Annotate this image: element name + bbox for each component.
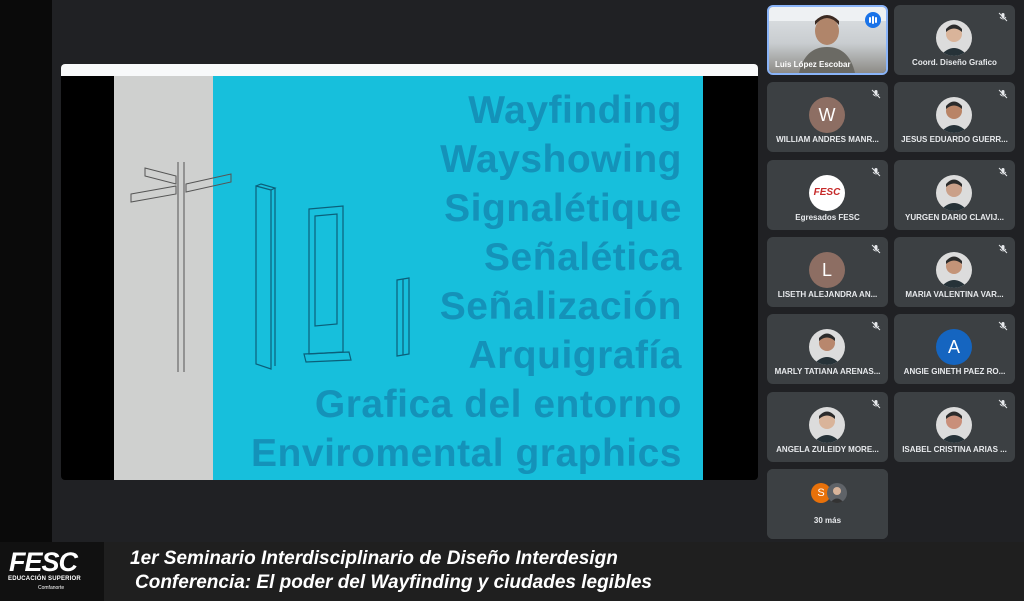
participant-name: WILLIAM ANDRES MANR... <box>776 135 879 145</box>
participant-name: Luis López Escobar <box>775 60 851 69</box>
participant-tile[interactable]: L LISETH ALEJANDRA AN... <box>767 236 888 307</box>
avatar: A <box>936 329 972 366</box>
left-sidebar <box>0 0 52 542</box>
participant-tile[interactable]: YURGEN DARIO CLAVIJ... <box>894 159 1015 230</box>
mic-off-icon <box>871 399 881 408</box>
avatar <box>936 406 972 443</box>
banner-subtitle: Conferencia: El poder del Wayfinding y c… <box>135 572 652 593</box>
participant-tile[interactable]: MARLY TATIANA ARENAS... <box>767 314 888 385</box>
slide-word: Grafica del entorno <box>314 383 682 426</box>
slide-word-list: Wayfinding Wayshowing Signalétique Señal… <box>251 86 682 478</box>
participant-name: MARIA VALENTINA VAR... <box>905 289 1004 299</box>
slide-word: Señalización <box>439 285 682 328</box>
banner-title: 1er Seminario Interdisciplinario de Dise… <box>130 548 618 569</box>
slide-word: Arquigrafía <box>468 334 682 377</box>
person-photo <box>830 487 844 503</box>
participant-tile[interactable]: FESC Egresados FESC <box>767 159 888 230</box>
person-photo <box>940 101 968 134</box>
mic-off-icon <box>998 167 1008 176</box>
participant-tile-self[interactable]: Luis López Escobar <box>767 5 888 75</box>
participant-name: Egresados FESC <box>795 212 860 222</box>
participant-name: MARLY TATIANA ARENAS... <box>774 367 881 377</box>
participant-tile[interactable]: MARIA VALENTINA VAR... <box>894 236 1015 307</box>
person-photo <box>940 411 968 443</box>
mic-off-icon <box>998 89 1008 99</box>
mic-off-icon <box>998 244 1008 254</box>
avatar: L <box>809 251 845 288</box>
slide-word: Señalética <box>484 236 682 279</box>
avatar <box>936 251 972 288</box>
mic-off-icon <box>871 244 881 254</box>
more-participants-tile[interactable]: S 30 más <box>767 469 888 539</box>
avatar: W <box>809 97 845 134</box>
avatar <box>827 483 847 503</box>
participant-name: ANGELA ZULEIDY MORE... <box>776 444 879 454</box>
speaking-indicator-icon <box>865 12 881 28</box>
avatar <box>936 20 972 56</box>
bottom-banner: FESC EDUCACIÓN SUPERIOR Comfanorte 1er S… <box>0 542 1024 601</box>
fesc-logo-avatar: FESC <box>809 174 845 211</box>
slide-word: Signalétique <box>444 187 682 230</box>
participant-name: LISETH ALEJANDRA AN... <box>777 289 878 299</box>
slide-word: Wayfinding <box>468 89 682 132</box>
avatar <box>936 97 972 134</box>
participant-name: JESUS EDUARDO GUERR... <box>901 135 1008 145</box>
logo-text: FESC <box>9 547 78 577</box>
slide-word: Wayshowing <box>440 138 682 181</box>
participant-tile[interactable]: ISABEL CRISTINA ARIAS ... <box>894 391 1015 462</box>
participant-name: YURGEN DARIO CLAVIJ... <box>905 212 1004 222</box>
person-photo <box>940 179 968 211</box>
presentation-slide[interactable]: Wayfinding Wayshowing Signalétique Señal… <box>61 64 758 480</box>
mic-off-icon <box>998 321 1008 331</box>
participant-tile[interactable]: W WILLIAM ANDRES MANR... <box>767 82 888 153</box>
participant-tile[interactable]: A ANGIE GINETH PAEZ RO... <box>894 314 1015 385</box>
person-photo <box>813 411 841 443</box>
person-photo <box>940 256 968 288</box>
fesc-logo: FESC EDUCACIÓN SUPERIOR Comfanorte <box>0 542 104 601</box>
logo-subtitle-2: Comfanorte <box>38 585 65 591</box>
avatar <box>936 174 972 211</box>
slide-top-bar <box>61 64 758 76</box>
participant-tile[interactable]: Coord. Diseño Grafico <box>894 5 1015 75</box>
mic-off-icon <box>998 12 1008 22</box>
more-participants-label: 30 más <box>813 516 842 525</box>
participant-name: ISABEL CRISTINA ARIAS ... <box>902 444 1007 454</box>
mic-off-icon <box>998 399 1008 408</box>
person-photo <box>940 24 968 56</box>
participant-name: Coord. Diseño Grafico <box>912 58 997 67</box>
participant-tile[interactable]: JESUS EDUARDO GUERR... <box>894 82 1015 153</box>
person-photo <box>813 333 841 366</box>
participant-name: ANGIE GINETH PAEZ RO... <box>903 367 1006 377</box>
mic-off-icon <box>871 167 881 176</box>
mic-off-icon <box>871 321 881 331</box>
avatar <box>809 406 845 443</box>
avatar <box>809 329 845 366</box>
logo-subtitle: EDUCACIÓN SUPERIOR <box>8 576 81 582</box>
slide-word: Enviromental graphics <box>251 432 682 475</box>
mic-off-icon <box>871 89 881 99</box>
participant-tile[interactable]: ANGELA ZULEIDY MORE... <box>767 391 888 462</box>
